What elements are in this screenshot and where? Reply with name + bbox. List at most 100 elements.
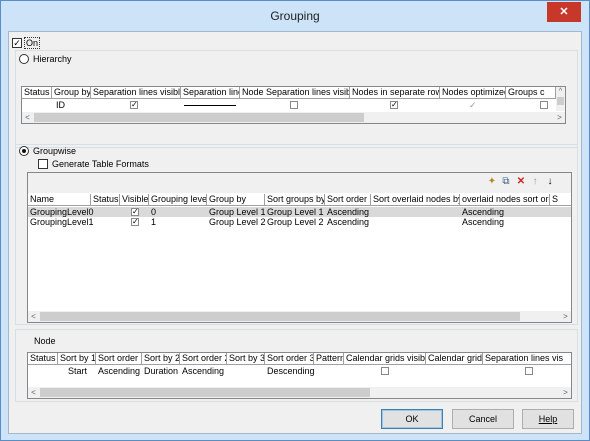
node-table[interactable]: Status Sort by 1 Sort order 1 Sort by 2 …: [27, 352, 572, 399]
ok-button[interactable]: OK: [381, 409, 443, 429]
hierarchy-horizontal-scrollbar[interactable]: < >: [22, 112, 565, 123]
scroll-right-icon[interactable]: >: [560, 311, 571, 322]
name-cell[interactable]: GroupingLevel1: [28, 217, 94, 227]
column-header[interactable]: Calendar grids visible: [344, 353, 426, 365]
separation-lines-visible-checkbox[interactable]: [525, 367, 533, 375]
group-by-cell[interactable]: ID: [54, 100, 65, 110]
hierarchy-table[interactable]: Status Group by Separation lines visible…: [21, 86, 566, 124]
generate-table-formats-label: Generate Table Formats: [52, 159, 149, 169]
column-header[interactable]: Node Separation lines visible: [240, 87, 350, 99]
column-header[interactable]: Name: [28, 194, 91, 206]
column-header[interactable]: Sort groups by: [265, 194, 325, 206]
hierarchy-vertical-scrollbar[interactable]: ^: [556, 87, 565, 111]
level-cell[interactable]: 0: [149, 207, 156, 217]
column-header[interactable]: Group by: [52, 87, 91, 99]
level-cell[interactable]: 1: [149, 217, 156, 227]
scroll-right-icon[interactable]: >: [554, 112, 565, 123]
scroll-thumb[interactable]: [34, 113, 364, 122]
column-header[interactable]: Sort by 2: [142, 353, 180, 365]
scroll-thumb[interactable]: [40, 312, 520, 321]
scroll-left-icon[interactable]: <: [22, 112, 33, 123]
visible-checkbox[interactable]: ✓: [131, 208, 139, 216]
new-row-icon[interactable]: ✦: [486, 176, 498, 188]
column-header[interactable]: Group by: [207, 194, 265, 206]
cancel-button[interactable]: Cancel: [452, 409, 514, 429]
sort-by-2-cell[interactable]: Duration: [142, 366, 178, 376]
table-row[interactable]: Start Ascending Duration Ascending Desce…: [28, 366, 571, 376]
generate-table-formats-checkbox[interactable]: [38, 159, 48, 169]
node-separation-checkbox[interactable]: [290, 101, 298, 109]
column-header[interactable]: Status: [91, 194, 120, 206]
groupwise-radio[interactable]: [19, 146, 29, 156]
copy-icon[interactable]: ⧉: [500, 176, 512, 188]
column-header[interactable]: overlaid nodes sort order: [460, 194, 550, 206]
column-header[interactable]: Nodes in separate rows: [350, 87, 440, 99]
column-header[interactable]: Status: [28, 353, 58, 365]
table-row[interactable]: ID ✓ ✓ ✓: [22, 100, 565, 110]
column-header[interactable]: Sort order 2: [180, 353, 227, 365]
name-cell[interactable]: GroupingLevel0: [28, 207, 94, 217]
separate-rows-checkbox[interactable]: ✓: [390, 101, 398, 109]
column-header[interactable]: Separation lines visible: [91, 87, 181, 99]
scroll-right-icon[interactable]: >: [560, 387, 571, 398]
sort-order-cell[interactable]: Ascending: [325, 217, 369, 227]
table-row[interactable]: GroupingLevel1 ✓ 1 Group Level 2 Group L…: [28, 217, 571, 227]
column-header[interactable]: Calendar grids: [426, 353, 483, 365]
node-section-title: Node: [34, 336, 56, 346]
column-header[interactable]: Separation lines vis: [483, 353, 571, 365]
group-by-cell[interactable]: Group Level 1: [207, 207, 266, 217]
groups-checkbox[interactable]: [540, 101, 548, 109]
column-header[interactable]: Visible: [120, 194, 149, 206]
on-checkbox[interactable]: ✓: [12, 38, 22, 48]
column-header[interactable]: Sort by 3: [227, 353, 265, 365]
column-header[interactable]: Pattern: [314, 353, 344, 365]
node-horizontal-scrollbar[interactable]: < >: [28, 387, 571, 398]
sort-order-cell[interactable]: Ascending: [325, 207, 369, 217]
column-header[interactable]: Nodes optimized: [440, 87, 506, 99]
arrow-up-icon[interactable]: ↑: [529, 176, 541, 188]
groupwise-toolbar: ✦ ⧉ ✕ ↑ ↓: [28, 173, 571, 193]
sort-order-3-cell[interactable]: Descending: [265, 366, 315, 376]
sort-order-2-cell[interactable]: Ascending: [180, 366, 224, 376]
separation-line-sample: [184, 105, 236, 106]
on-checkbox-label[interactable]: On: [24, 37, 41, 49]
scroll-left-icon[interactable]: <: [28, 311, 39, 322]
column-header[interactable]: Sort order: [325, 194, 371, 206]
column-header[interactable]: Status: [22, 87, 52, 99]
hierarchy-label: Hierarchy: [33, 54, 72, 64]
groupwise-table[interactable]: ✦ ⧉ ✕ ↑ ↓ Name Status Visible Grouping l…: [27, 172, 572, 323]
overlaid-sort-order-cell[interactable]: Ascending: [460, 217, 504, 227]
visible-checkbox[interactable]: ✓: [131, 218, 139, 226]
groupwise-horizontal-scrollbar[interactable]: < >: [28, 311, 571, 322]
help-button[interactable]: Help: [522, 409, 574, 429]
sort-order-1-cell[interactable]: Ascending: [96, 366, 140, 376]
scroll-thumb[interactable]: [557, 97, 564, 105]
column-header[interactable]: Groups c: [506, 87, 556, 99]
column-header[interactable]: Sort order 1: [96, 353, 142, 365]
scroll-thumb[interactable]: [40, 388, 370, 397]
group-by-cell[interactable]: Group Level 2: [207, 217, 266, 227]
delete-icon[interactable]: ✕: [515, 176, 527, 188]
nodes-optimized-checkmark[interactable]: ✓: [469, 100, 477, 110]
calendar-grids-visible-checkbox[interactable]: [381, 367, 389, 375]
column-header[interactable]: Grouping level: [149, 194, 207, 206]
column-header[interactable]: Sort overlaid nodes by: [371, 194, 460, 206]
sort-groups-by-cell[interactable]: Group Level 1: [265, 207, 324, 217]
arrow-down-icon[interactable]: ↓: [544, 176, 556, 188]
column-header[interactable]: S: [550, 194, 571, 206]
table-row[interactable]: GroupingLevel0 ✓ 0 Group Level 1 Group L…: [28, 207, 571, 217]
overlaid-sort-order-cell[interactable]: Ascending: [460, 207, 504, 217]
column-header[interactable]: Sort order 3: [265, 353, 314, 365]
column-header[interactable]: Sort by 1: [58, 353, 96, 365]
dialog-client-area: ✓ On Hierarchy Status Group by Separatio…: [8, 31, 582, 434]
sort-by-1-cell[interactable]: Start: [66, 366, 87, 376]
dialog-window: Grouping ✕ ✓ On Hierarchy Status Group b…: [0, 0, 590, 441]
scroll-up-icon[interactable]: ^: [556, 87, 565, 96]
sort-groups-by-cell[interactable]: Group Level 2: [265, 217, 324, 227]
scroll-left-icon[interactable]: <: [28, 387, 39, 398]
hierarchy-radio[interactable]: [19, 54, 29, 64]
close-button[interactable]: ✕: [547, 2, 581, 22]
title-bar[interactable]: Grouping ✕: [1, 1, 589, 31]
column-header[interactable]: Separation line: [181, 87, 240, 99]
separation-lines-checkbox[interactable]: ✓: [130, 101, 138, 109]
